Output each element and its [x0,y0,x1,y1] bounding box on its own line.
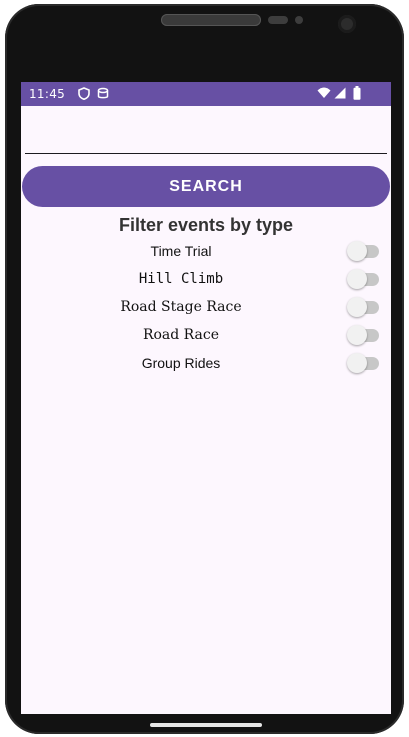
toggle-thumb [347,269,367,289]
filter-item-label: Hill Climb [138,271,224,287]
filter-item-road-race: Road Race [21,324,391,346]
search-button[interactable]: SEARCH [22,166,390,207]
battery-icon [353,86,361,103]
gesture-nav-handle[interactable] [150,723,262,727]
time-trial-toggle[interactable] [347,241,379,261]
filter-item-label: Time Trial [150,243,212,259]
app-screen: 11:45 SEARCH Filter events by type Time … [21,82,391,714]
signal-icon [334,87,346,102]
search-input[interactable] [25,122,387,153]
filter-item-label: Road Stage Race [120,299,242,315]
search-button-label: SEARCH [169,177,243,195]
toggle-thumb [347,241,367,261]
light-sensor [295,16,303,24]
status-time: 11:45 [29,87,66,101]
toggle-thumb [347,325,367,345]
filter-item-label: Road Race [142,327,220,343]
road-race-toggle[interactable] [347,325,379,345]
toggle-thumb [347,353,367,373]
filter-item-hill-climb: Hill Climb [21,268,391,290]
proximity-sensor [268,16,288,24]
filter-item-group-rides: Group Rides [21,352,391,374]
filter-item-road-stage-race: Road Stage Race [21,296,391,318]
search-field[interactable] [25,122,387,154]
device-canvas: 11:45 SEARCH Filter events by type Time … [0,0,409,737]
storage-icon [97,87,109,103]
status-bar: 11:45 [21,82,391,106]
filter-item-time-trial: Time Trial [21,240,391,262]
filter-title: Filter events by type [118,215,294,235]
hill-climb-toggle[interactable] [347,269,379,289]
filter-item-label: Group Rides [141,355,221,371]
earpiece-speaker [161,14,261,26]
road-stage-race-toggle[interactable] [347,297,379,317]
wifi-icon [317,87,331,102]
toggle-thumb [347,297,367,317]
shield-icon [78,87,90,103]
front-camera [338,15,356,33]
group-rides-toggle[interactable] [347,353,379,373]
